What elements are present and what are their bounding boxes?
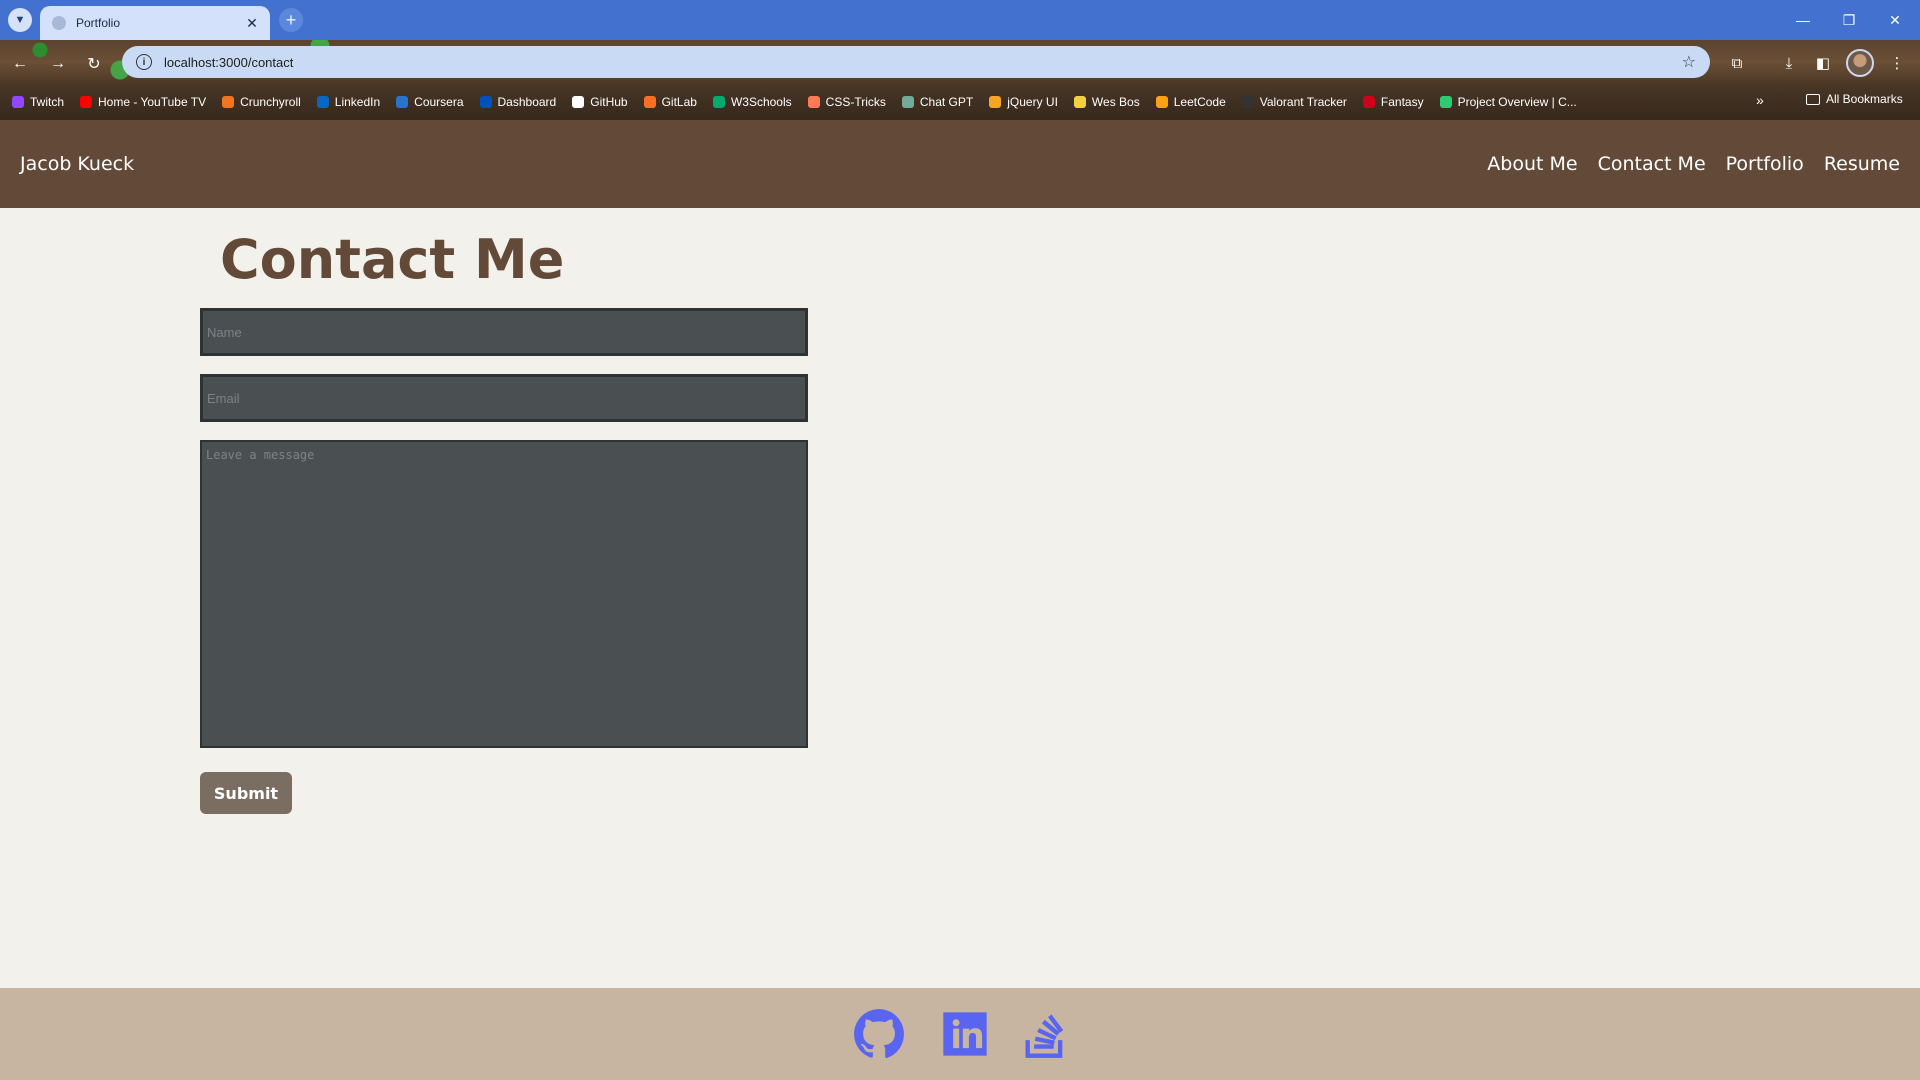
bookmark-item[interactable]: Fantasy [1362, 95, 1424, 109]
side-panel-icon[interactable]: ◧ [1810, 50, 1836, 76]
bookmark-label: LeetCode [1173, 95, 1226, 109]
bookmark-item[interactable]: LinkedIn [316, 95, 381, 109]
bookmark-favicon-icon [901, 96, 914, 108]
bookmark-favicon-icon [1362, 96, 1375, 108]
message-textarea[interactable] [200, 440, 808, 748]
bookmark-label: Valorant Tracker [1259, 95, 1347, 109]
bookmark-star-icon[interactable]: ☆ [1682, 52, 1696, 72]
bookmark-item[interactable]: Home - YouTube TV [80, 95, 206, 109]
github-icon[interactable] [853, 1008, 905, 1060]
bookmark-label: Project Overview | C... [1457, 95, 1577, 109]
bookmark-item[interactable]: Coursera [396, 95, 464, 109]
close-window-button[interactable]: ✕ [1872, 0, 1918, 40]
bookmark-item[interactable]: GitLab [643, 95, 697, 109]
bookmark-favicon-icon [989, 96, 1002, 108]
bookmarks-bar: Twitch Home - YouTube TV Crunchyroll Linked… [0, 84, 1920, 120]
new-tab-button[interactable]: + [279, 8, 303, 32]
bookmark-item[interactable]: LeetCode [1155, 95, 1226, 109]
bookmark-label: Crunchyroll [240, 95, 301, 109]
stackoverflow-icon[interactable] [1019, 1008, 1071, 1060]
reload-icon[interactable]: ↻ [82, 52, 106, 76]
more-bookmarks-icon[interactable]: » [1756, 92, 1764, 108]
bookmark-label: Home - YouTube TV [98, 95, 207, 109]
bookmark-item[interactable]: GitHub [572, 95, 628, 109]
bookmark-label: Chat GPT [919, 95, 974, 109]
bookmark-label: Dashboard [497, 95, 557, 109]
site-brand[interactable]: Jacob Kueck [20, 153, 134, 175]
bookmark-label: CSS-Tricks [825, 95, 886, 109]
submit-button[interactable]: Submit [200, 772, 292, 814]
all-bookmarks-button[interactable]: All Bookmarks [1806, 92, 1903, 106]
back-icon[interactable]: ← [8, 52, 32, 76]
name-input[interactable] [200, 308, 808, 356]
bookmark-favicon-icon [1241, 96, 1254, 108]
bookmark-favicon-icon [643, 96, 656, 108]
bookmark-favicon-icon [1439, 96, 1452, 108]
bookmark-label: GitHub [590, 95, 628, 109]
bookmark-item[interactable]: Wes Bos [1073, 95, 1140, 109]
email-input[interactable] [200, 374, 808, 422]
bookmark-favicon-icon [222, 96, 235, 108]
all-bookmarks-label: All Bookmarks [1826, 92, 1903, 106]
linkedin-icon[interactable] [939, 1008, 991, 1060]
bookmark-label: LinkedIn [334, 95, 381, 109]
bookmark-favicon-icon [479, 96, 492, 108]
nav-portfolio[interactable]: Portfolio [1726, 153, 1804, 175]
chevron-down-icon: ▼ [14, 14, 26, 26]
bookmark-favicon-icon [712, 96, 725, 108]
extensions-icon[interactable]: ⧉ [1724, 50, 1750, 76]
site-footer [0, 988, 1920, 1080]
bookmark-label: Twitch [30, 95, 65, 109]
bookmark-label: Coursera [414, 95, 464, 109]
bookmark-favicon-icon [316, 96, 329, 108]
download-icon[interactable]: ⤓ [1776, 50, 1802, 76]
tab-search-button[interactable]: ▼ [8, 8, 32, 32]
bookmark-item[interactable]: Twitch [12, 95, 64, 109]
bookmark-favicon-icon [1073, 96, 1086, 108]
folder-icon [1806, 93, 1820, 105]
forward-icon[interactable]: → [46, 52, 70, 76]
bookmark-item[interactable]: Dashboard [479, 95, 557, 109]
bookmark-favicon-icon [396, 96, 409, 108]
bookmark-item[interactable]: Chat GPT [901, 95, 974, 109]
bookmark-item[interactable]: jQuery UI [989, 95, 1058, 109]
site-header: Jacob Kueck About Me Contact Me Portfoli… [0, 120, 1920, 208]
nav-resume[interactable]: Resume [1824, 153, 1900, 175]
minimize-button[interactable]: — [1780, 0, 1826, 40]
main-content: Contact Me Submit [0, 208, 1920, 988]
nav-contact-me[interactable]: Contact Me [1598, 153, 1706, 175]
bookmark-favicon-icon [807, 96, 820, 108]
bookmark-item[interactable]: Crunchyroll [222, 95, 301, 109]
nav-about-me[interactable]: About Me [1487, 153, 1577, 175]
address-bar[interactable]: i localhost:3000/contact ☆ [122, 46, 1710, 78]
profile-avatar[interactable] [1846, 49, 1874, 77]
page-title: Contact Me [220, 228, 565, 291]
bookmark-favicon-icon [1155, 96, 1168, 108]
bookmark-label: W3Schools [730, 95, 792, 109]
bookmark-favicon-icon [572, 96, 585, 108]
bookmark-item[interactable]: W3Schools [712, 95, 792, 109]
bookmark-item[interactable]: Valorant Tracker [1241, 95, 1347, 109]
bookmark-item[interactable]: CSS-Tricks [807, 95, 886, 109]
bookmark-label: jQuery UI [1007, 95, 1058, 109]
bookmark-label: Fantasy [1380, 95, 1424, 109]
bookmark-favicon-icon [80, 96, 93, 108]
bookmark-label: GitLab [661, 95, 697, 109]
restore-button[interactable]: ❐ [1826, 0, 1872, 40]
tab-close-icon[interactable]: ✕ [244, 15, 260, 32]
bookmark-item[interactable]: Project Overview | C... [1439, 95, 1577, 109]
globe-icon [52, 16, 66, 30]
bookmark-label: Wes Bos [1091, 95, 1140, 109]
tab-title: Portfolio [76, 16, 121, 30]
menu-kebab-icon[interactable]: ⋮ [1884, 50, 1910, 76]
browser-chrome: ▼ Portfolio ✕ + — ❐ ✕ ← → ↻ i localhost:… [0, 0, 1920, 120]
url-text[interactable]: localhost:3000/contact [164, 55, 1682, 70]
tab-bar: ▼ Portfolio ✕ + — ❐ ✕ [0, 0, 1920, 40]
site-nav: About Me Contact Me Portfolio Resume [1487, 153, 1900, 175]
site-info-icon[interactable]: i [136, 54, 152, 70]
bookmark-favicon-icon [12, 96, 24, 108]
tab-portfolio[interactable]: Portfolio ✕ [40, 6, 270, 40]
